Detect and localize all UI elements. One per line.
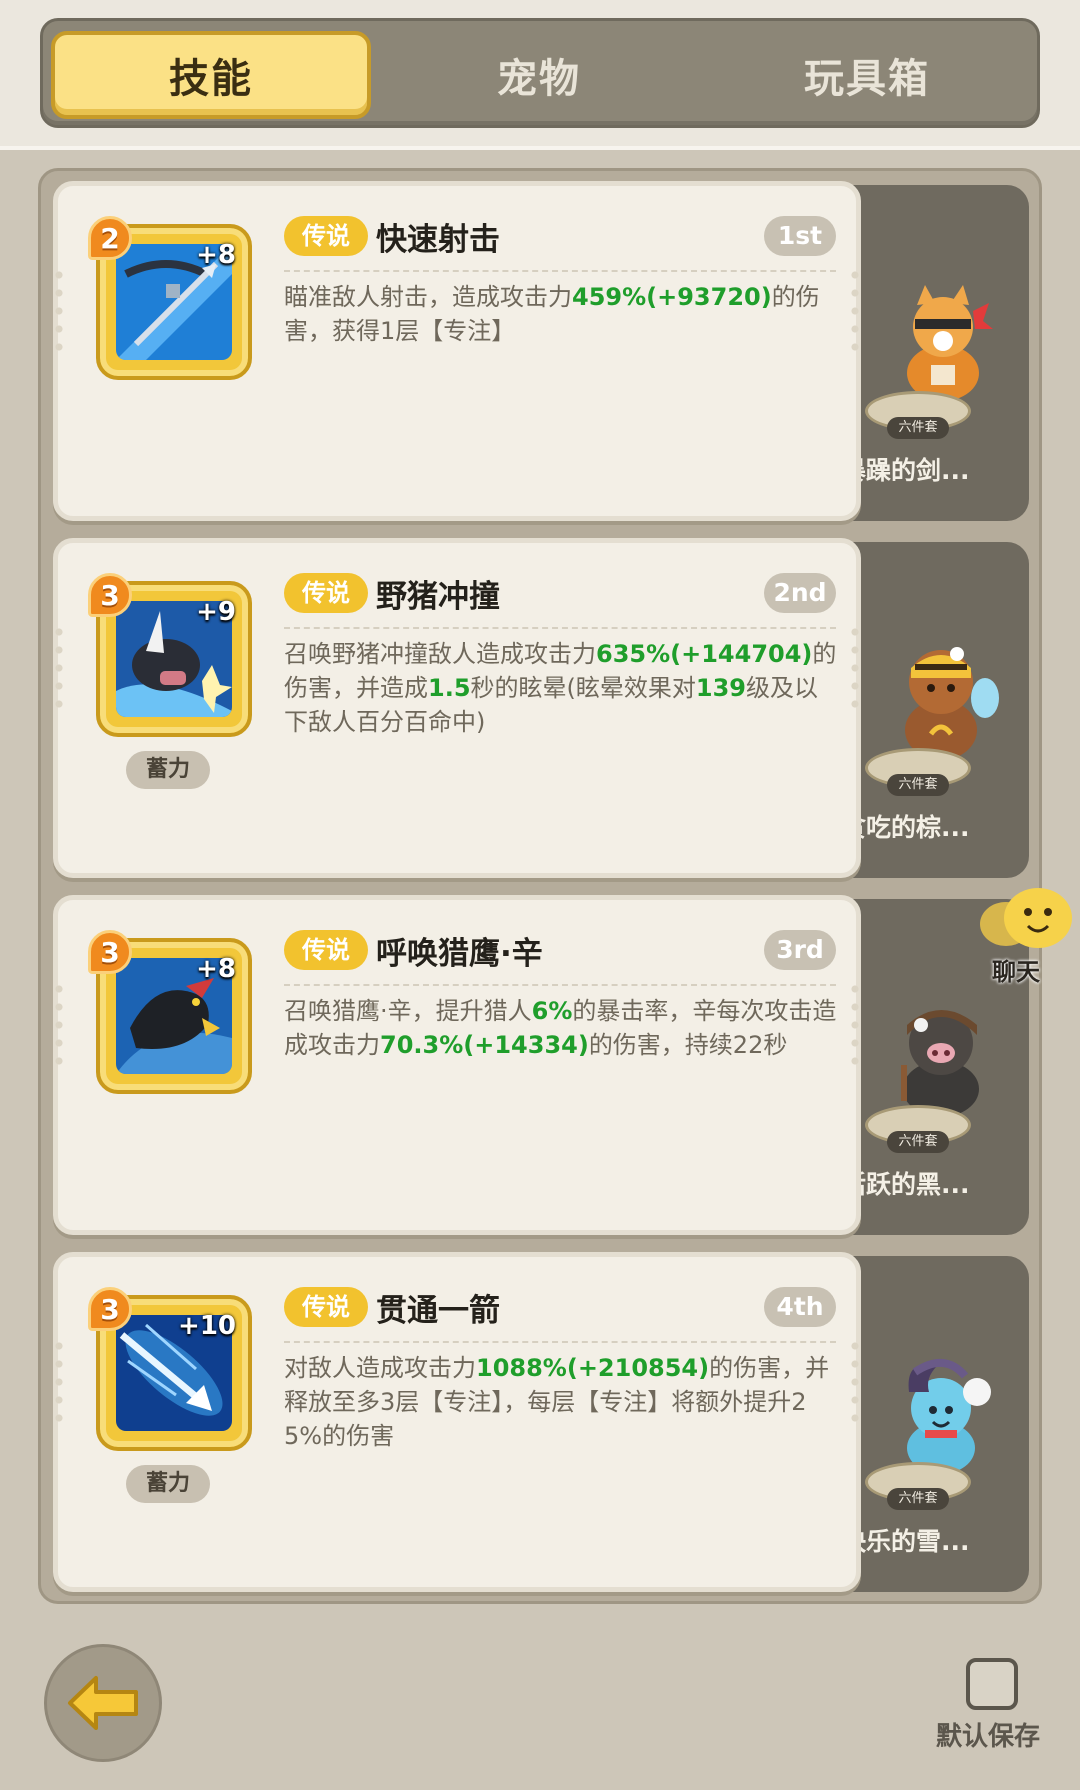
description-text: 召唤野猪冲撞敌人造成攻击力 — [284, 640, 596, 668]
skill-plus-badge: +9 — [196, 597, 236, 627]
description-text: 召唤猎鹰·辛，提升猎人 — [284, 997, 532, 1025]
pet-name: 贪吃的棕... — [841, 813, 970, 842]
chat-label: 聊天 — [992, 958, 1040, 986]
description-text: 瞄准敌人射击，造成攻击力 — [284, 283, 572, 311]
rank-tag: 2nd — [764, 573, 836, 613]
divider — [284, 1341, 836, 1343]
pet-name: 快乐的雪... — [841, 1527, 970, 1556]
skill-card[interactable]: 3 +8 传说 呼唤猎鹰·辛 3rd 召唤猎鹰·辛，提升猎人6%的暴击率，辛每次… — [52, 895, 862, 1235]
divider — [284, 270, 836, 272]
highlighted-value: 459%(+93720) — [572, 283, 772, 311]
rank-tag: 4th — [764, 1287, 836, 1327]
tab-skills[interactable]: 技能 — [51, 31, 371, 119]
rarity-tag: 传说 — [284, 573, 368, 613]
pet-name: 暴躁的剑... — [841, 456, 970, 485]
skill-name: 野猪冲撞 — [376, 579, 500, 615]
skill-row: 六件套 快乐的雪... 3 +10 蓄力 传说 贯通一箭 4th 对敌人造成攻击… — [52, 1252, 1033, 1592]
highlighted-value: 635%(+144704) — [596, 640, 813, 668]
charge-tag: 蓄力 — [126, 751, 210, 789]
description-text: 对敌人造成攻击力 — [284, 1354, 476, 1382]
skill-card[interactable]: 3 +9 蓄力 传说 野猪冲撞 2nd 召唤野猪冲撞敌人造成攻击力635%(+1… — [52, 538, 862, 878]
skill-level-badge: 3 — [88, 1287, 132, 1331]
back-button[interactable] — [44, 1644, 162, 1762]
skill-description: 召唤野猪冲撞敌人造成攻击力635%(+144704)的伤害，并造成1.5秒的眩晕… — [284, 637, 840, 739]
skill-level-badge: 2 — [88, 216, 132, 260]
skill-plus-badge: +8 — [196, 954, 236, 984]
set-badge: 六件套 — [887, 774, 949, 796]
skill-name: 快速射击 — [376, 222, 500, 258]
default-save-checkbox[interactable] — [966, 1658, 1018, 1710]
divider — [284, 627, 836, 629]
skill-icon[interactable]: 2 +8 — [88, 216, 256, 384]
skill-row: 六件套 暴躁的剑... 2 +8 传说 快速射击 1st 瞄准敌人射击，造成攻击… — [52, 181, 1033, 521]
skill-name: 贯通一箭 — [376, 1293, 500, 1329]
description-text: 秒的眩晕(眩晕效果对 — [470, 674, 696, 702]
skill-level-badge: 3 — [88, 930, 132, 974]
skill-icon[interactable]: 3 +9 — [88, 573, 256, 741]
skill-level-badge: 3 — [88, 573, 132, 617]
default-save-label: 默认保存 — [936, 1722, 1041, 1752]
rarity-tag: 传说 — [284, 930, 368, 970]
skill-description: 召唤猎鹰·辛，提升猎人6%的暴击率，辛每次攻击造成攻击力70.3%(+14334… — [284, 994, 840, 1062]
chat-button[interactable]: 聊天 — [972, 884, 1080, 986]
skill-name: 呼唤猎鹰·辛 — [376, 936, 543, 972]
highlighted-value: 1088%(+210854) — [476, 1354, 710, 1382]
set-badge: 六件套 — [887, 1488, 949, 1510]
highlighted-value: 139 — [695, 674, 746, 702]
description-text: 的伤害，持续22秒 — [588, 1031, 788, 1059]
set-badge: 六件套 — [887, 1131, 949, 1153]
tab-bar: 技能 宠物 玩具箱 — [40, 18, 1040, 128]
skill-description: 瞄准敌人射击，造成攻击力459%(+93720)的伤害，获得1层【专注】 — [284, 280, 840, 348]
tab-toybox[interactable]: 玩具箱 — [707, 31, 1027, 119]
top-strip: 技能 宠物 玩具箱 — [0, 0, 1080, 150]
tab-pets[interactable]: 宠物 — [379, 31, 699, 119]
back-arrow-icon — [68, 1676, 138, 1730]
skill-list-panel: 六件套 暴躁的剑... 2 +8 传说 快速射击 1st 瞄准敌人射击，造成攻击… — [38, 168, 1042, 1604]
rarity-tag: 传说 — [284, 216, 368, 256]
skill-row: 六件套 活跃的黑... 3 +8 传说 呼唤猎鹰·辛 3rd 召唤猎鹰·辛，提升… — [52, 895, 1033, 1235]
highlighted-value: 6% — [531, 997, 573, 1025]
rank-tag: 1st — [764, 216, 836, 256]
skill-plus-badge: +8 — [196, 240, 236, 270]
skill-icon[interactable]: 3 +10 — [88, 1287, 256, 1455]
set-badge: 六件套 — [887, 417, 949, 439]
skill-description: 对敌人造成攻击力1088%(+210854)的伤害，并释放至多3层【专注】，每层… — [284, 1351, 840, 1453]
highlighted-value: 1.5 — [428, 674, 471, 702]
pet-name: 活跃的黑... — [841, 1170, 970, 1199]
skill-row: 六件套 贪吃的棕... 3 +9 蓄力 传说 野猪冲撞 2nd 召唤野猪冲撞敌人… — [52, 538, 1033, 878]
skill-icon[interactable]: 3 +8 — [88, 930, 256, 1098]
charge-tag: 蓄力 — [126, 1465, 210, 1503]
skill-card[interactable]: 3 +10 蓄力 传说 贯通一箭 4th 对敌人造成攻击力1088%(+2108… — [52, 1252, 862, 1592]
rank-tag: 3rd — [764, 930, 836, 970]
skill-plus-badge: +10 — [178, 1311, 236, 1341]
rarity-tag: 传说 — [284, 1287, 368, 1327]
highlighted-value: 70.3%(+14334) — [380, 1031, 589, 1059]
skill-card[interactable]: 2 +8 传说 快速射击 1st 瞄准敌人射击，造成攻击力459%(+93720… — [52, 181, 862, 521]
divider — [284, 984, 836, 986]
